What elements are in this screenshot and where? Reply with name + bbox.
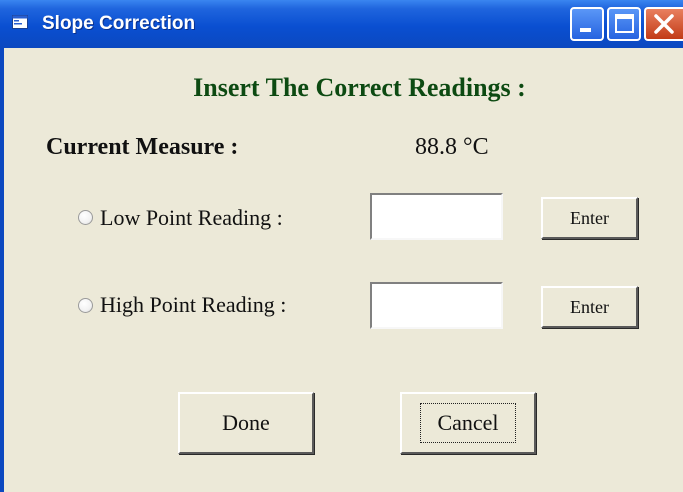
cancel-button-label: Cancel bbox=[420, 403, 516, 443]
high-point-radio[interactable] bbox=[78, 298, 93, 313]
instruction-heading: Insert The Correct Readings : bbox=[193, 73, 526, 102]
low-point-label: Low Point Reading : bbox=[100, 205, 283, 230]
app-window-icon[interactable] bbox=[12, 14, 28, 30]
window-title: Slope Correction bbox=[42, 13, 196, 34]
current-measure-label: Current Measure : bbox=[46, 134, 239, 160]
close-icon bbox=[654, 14, 674, 34]
high-point-input[interactable] bbox=[370, 282, 503, 329]
maximize-button[interactable] bbox=[607, 7, 641, 41]
minimize-icon bbox=[580, 28, 591, 32]
current-measure-value: 88.8 °C bbox=[415, 134, 489, 160]
maximize-icon bbox=[615, 14, 634, 33]
low-point-radio[interactable] bbox=[78, 210, 93, 225]
title-bar[interactable]: Slope Correction bbox=[0, 0, 683, 48]
cancel-button[interactable]: Cancel bbox=[400, 392, 536, 454]
minimize-button[interactable] bbox=[570, 7, 604, 41]
close-button[interactable] bbox=[644, 7, 683, 41]
low-point-input[interactable] bbox=[370, 193, 503, 240]
low-point-enter-button[interactable]: Enter bbox=[541, 197, 638, 239]
high-point-enter-button[interactable]: Enter bbox=[541, 286, 638, 328]
high-point-label: High Point Reading : bbox=[100, 292, 287, 317]
done-button[interactable]: Done bbox=[178, 392, 314, 454]
window-frame bbox=[0, 48, 4, 492]
